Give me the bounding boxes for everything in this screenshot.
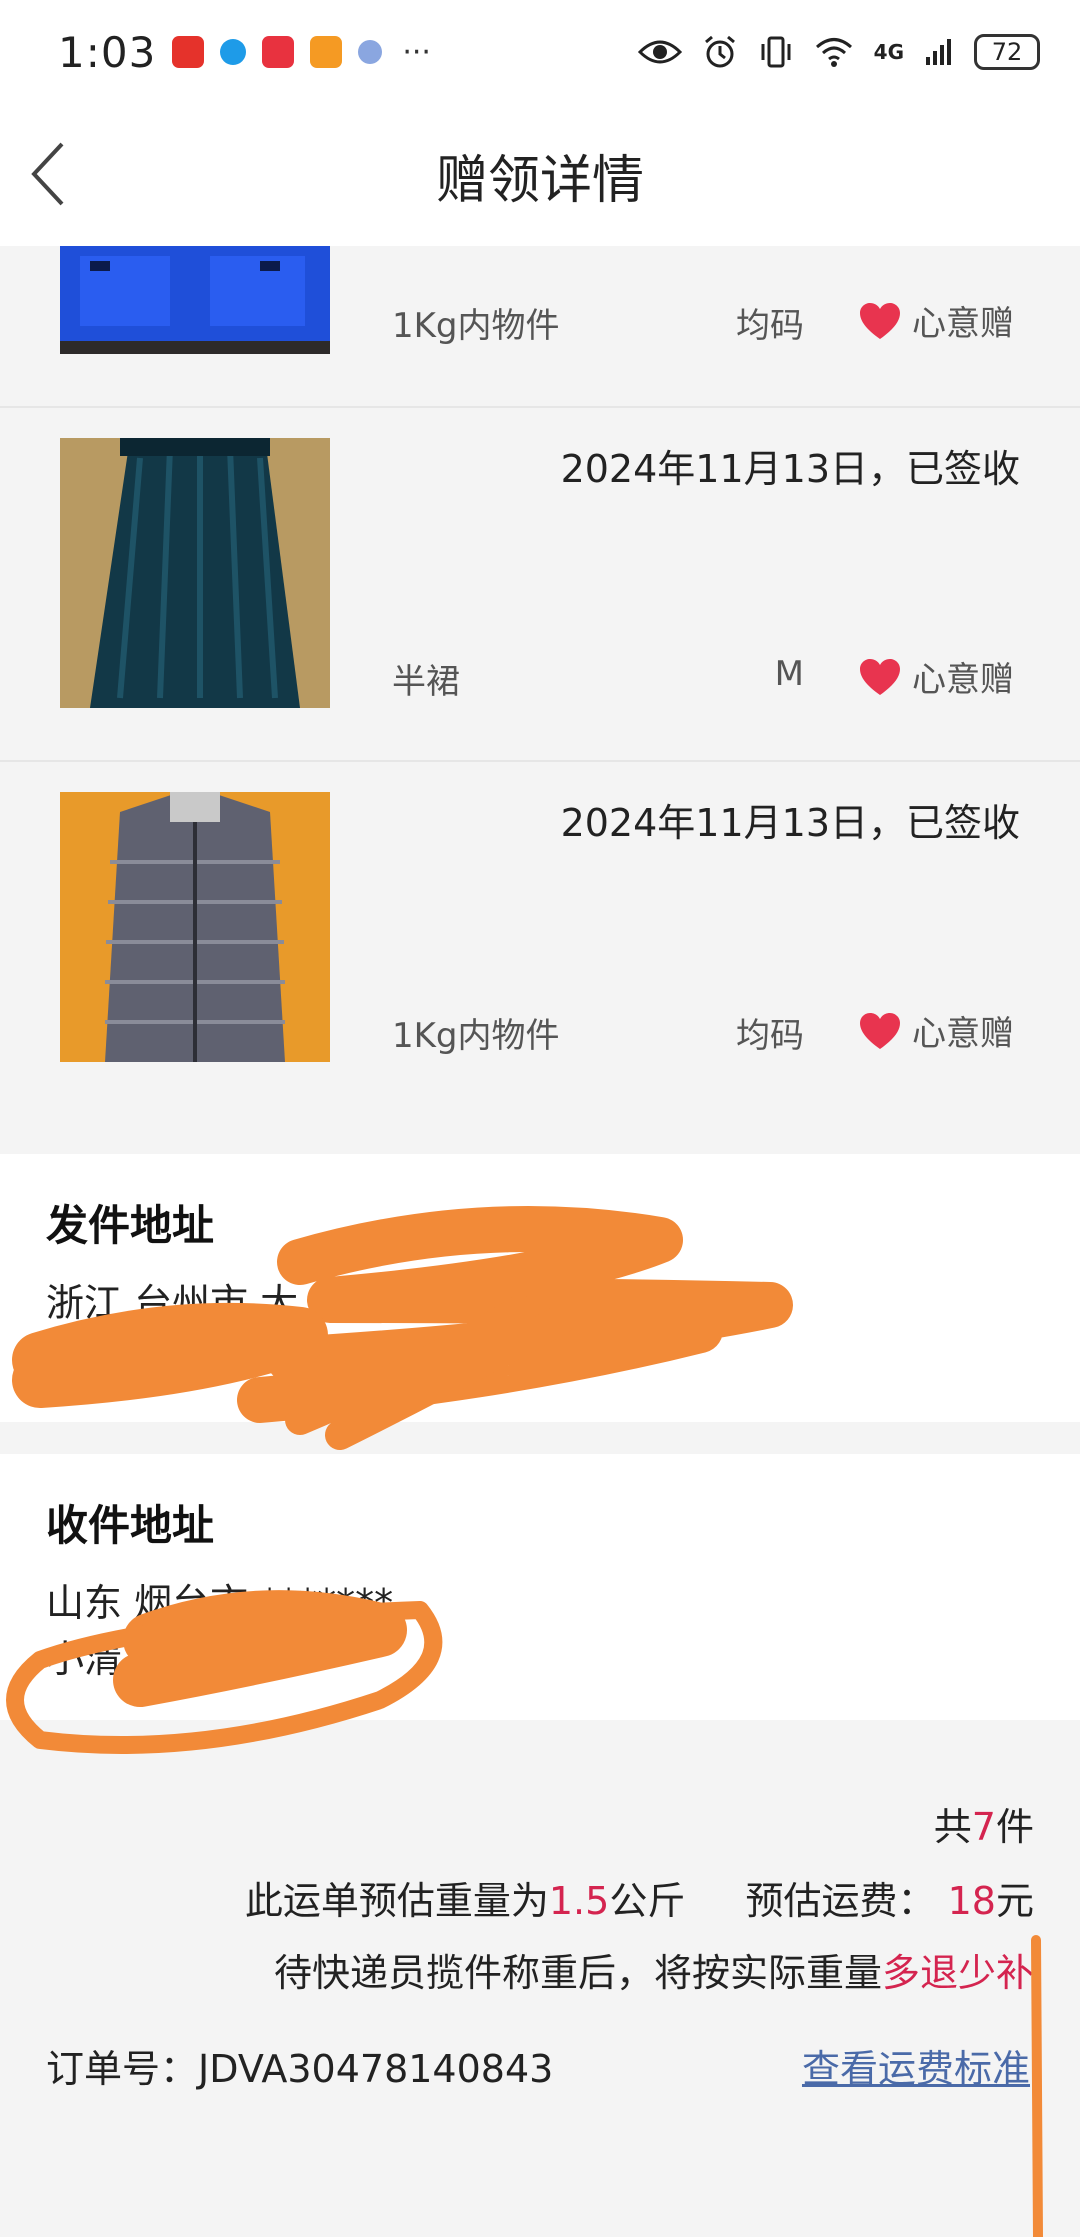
receiver-address-card: 收件地址 山东 烟台市 ******* 小清 — [0, 1454, 1080, 1720]
settlement-note-line: 待快递员揽件称重后，将按实际重量多退少补 — [274, 1942, 1034, 1997]
item-name: 半裙 — [392, 662, 460, 702]
wifi-icon — [815, 38, 852, 67]
total-prefix: 共 — [933, 1805, 972, 1849]
order-label: 订单号： — [46, 2047, 199, 2091]
gift-item-list: 1Kg内物件 均码 心意赠 2024年11月13日，已签收 半裙 M 心意赠 2… — [0, 246, 1080, 1146]
red-app-icon — [262, 36, 295, 68]
order-number: JDVA30478140843 — [198, 2047, 554, 2091]
battery-indicator: 72 — [974, 34, 1040, 70]
item-tag: 心意赠 — [858, 652, 1014, 701]
list-item[interactable]: 2024年11月13日，已签收 半裙 M 心意赠 — [0, 408, 1080, 762]
heart-icon — [860, 1012, 900, 1049]
item-thumbnail — [60, 792, 330, 1062]
receiver-address-line2: 小清 — [46, 1637, 123, 1681]
item-thumbnail — [60, 438, 330, 708]
more-notifications-icon: ··· — [402, 34, 431, 70]
page-title: 赠领详情 — [435, 150, 644, 211]
item-name: 1Kg内物件 — [392, 1016, 560, 1056]
cloud-app-icon — [358, 40, 383, 64]
list-item[interactable]: 1Kg内物件 均码 心意赠 — [0, 246, 1080, 408]
item-date: 2024年11月13日，已签收 — [560, 801, 1020, 845]
view-fee-standard-link[interactable]: 查看运费标准 — [802, 2038, 1030, 2093]
alarm-icon — [704, 35, 735, 68]
sender-address-line2: 区 10 — [46, 1337, 145, 1381]
sender-address-line1: 浙江 台州市 大 — [46, 1281, 299, 1325]
receiver-address-title: 收件地址 — [46, 1501, 215, 1550]
order-number-line: 订单号：JDVA30478140843 — [46, 2038, 553, 2093]
total-count: 7 — [971, 1805, 996, 1849]
item-thumbnail — [60, 246, 330, 354]
fee-label: 预估运费： — [745, 1879, 936, 1923]
heart-icon — [860, 658, 900, 695]
nav-bar: 赠领详情 — [0, 104, 1080, 246]
status-time: 1:03 — [58, 27, 157, 77]
item-size: M — [774, 654, 804, 694]
weight-fee-line: 此运单预估重量为1.5公斤 预估运费： 18元 — [245, 1870, 1034, 1925]
weight-value: 1.5 — [548, 1879, 610, 1923]
total-count-line: 共7件 — [934, 1796, 1034, 1851]
battery-level: 72 — [991, 38, 1023, 66]
status-bar: 1:03 ··· 4G 72 — [0, 0, 1080, 104]
fee-unit: 元 — [995, 1879, 1034, 1923]
item-tag-label: 心意赠 — [912, 1014, 1014, 1054]
item-size: 均码 — [736, 1016, 804, 1056]
back-arrow-icon[interactable] — [28, 134, 68, 214]
weight-prefix: 此运单预估重量为 — [244, 1879, 549, 1923]
video-app-icon — [310, 36, 343, 68]
total-suffix: 件 — [995, 1805, 1034, 1849]
note-prefix: 待快递员揽件称重后，将按实际重量 — [273, 1951, 882, 1995]
receiver-address-line1: 山东 烟台市 ******* — [46, 1581, 394, 1625]
item-tag-label: 心意赠 — [912, 660, 1014, 700]
signal-icon — [926, 39, 951, 65]
item-tag-label: 心意赠 — [912, 304, 1014, 344]
taobao-icon — [172, 36, 205, 68]
item-size: 均码 — [736, 306, 804, 346]
network-type: 4G — [873, 40, 904, 64]
status-bar-right: 4G 72 — [637, 34, 1040, 70]
vibrate-icon — [761, 36, 791, 68]
note-highlight: 多退少补 — [881, 1951, 1034, 1995]
item-date: 2024年11月13日，已签收 — [560, 447, 1020, 491]
shipping-summary: 共7件 此运单预估重量为1.5公斤 预估运费： 18元 待快递员揽件称重后，将按… — [0, 1720, 1080, 2237]
item-tag: 心意赠 — [858, 1006, 1014, 1055]
list-item[interactable]: 2024年11月13日，已签收 1Kg内物件 均码 心意赠 — [0, 762, 1080, 1146]
fee-value: 18 — [947, 1879, 996, 1923]
sender-address-title: 发件地址 — [46, 1201, 215, 1250]
browser-icon — [220, 39, 247, 65]
item-tag: 心意赠 — [858, 296, 1014, 345]
sender-address-card: 发件地址 浙江 台州市 大 区 10 — [0, 1154, 1080, 1422]
item-name: 1Kg内物件 — [392, 306, 560, 346]
heart-icon — [860, 302, 900, 339]
eye-icon — [637, 40, 682, 64]
weight-unit: 公斤 — [609, 1879, 686, 1923]
status-bar-left: 1:03 ··· — [58, 28, 431, 77]
